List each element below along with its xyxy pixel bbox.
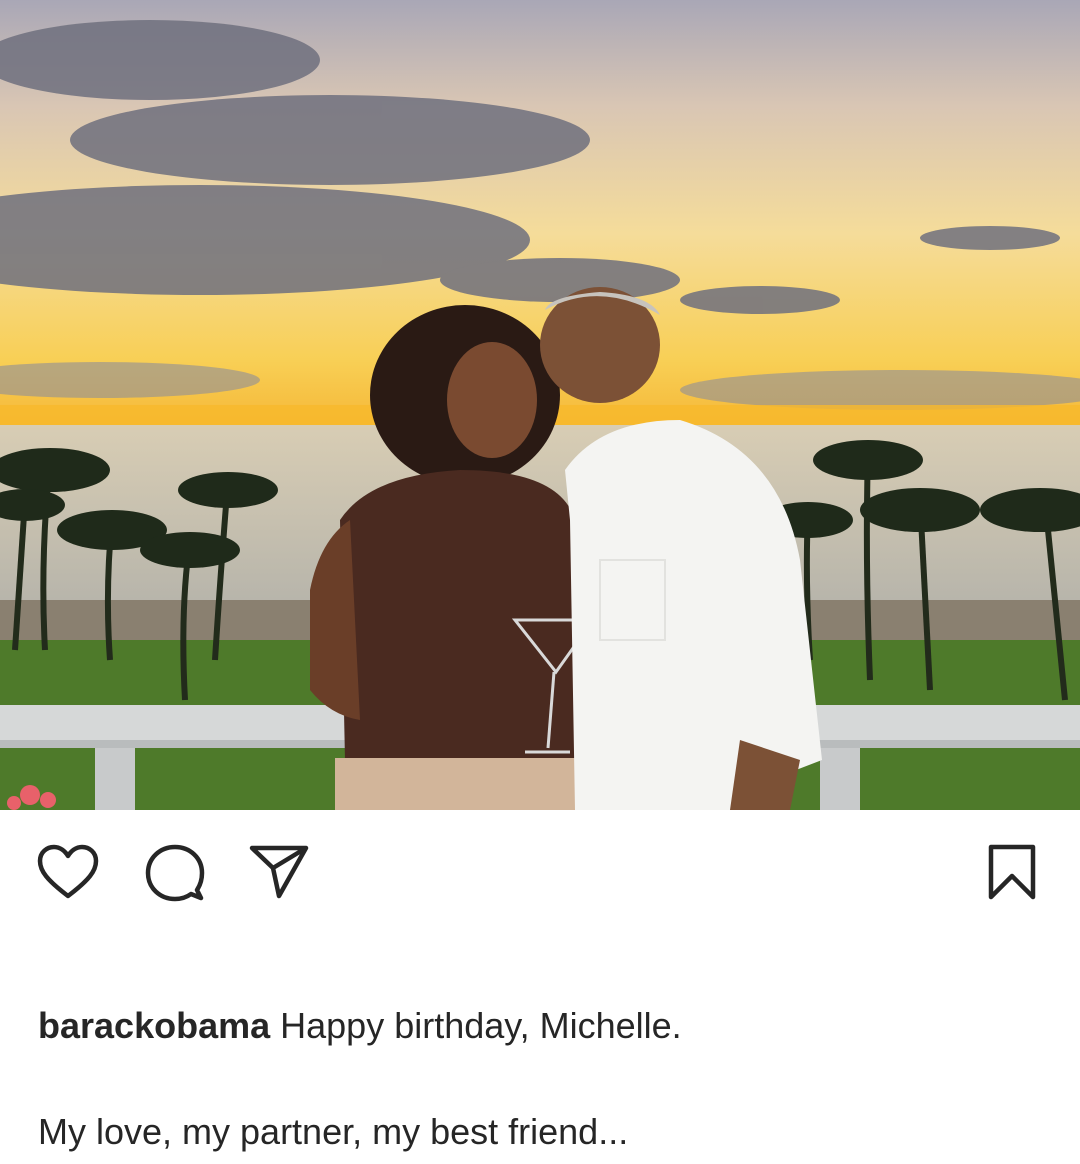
post-image[interactable] bbox=[0, 0, 1080, 810]
share-button[interactable] bbox=[248, 842, 310, 902]
bookmark-icon bbox=[988, 844, 1036, 900]
post-photo bbox=[0, 0, 1080, 810]
save-button[interactable] bbox=[986, 842, 1038, 904]
like-button[interactable] bbox=[36, 842, 100, 902]
caption-username[interactable]: barackobama bbox=[38, 1005, 270, 1046]
send-icon bbox=[249, 845, 309, 899]
caption-text: Happy birthday, Michelle. bbox=[280, 1005, 682, 1046]
comment-icon bbox=[145, 844, 205, 902]
post-caption: barackobama Happy birthday, Michelle. bbox=[38, 1000, 1048, 1052]
post-action-bar bbox=[0, 810, 1080, 930]
caption-line-2: My love, my partner, my best friend... bbox=[38, 1111, 629, 1152]
heart-icon bbox=[37, 844, 99, 899]
comment-button[interactable] bbox=[144, 842, 206, 904]
